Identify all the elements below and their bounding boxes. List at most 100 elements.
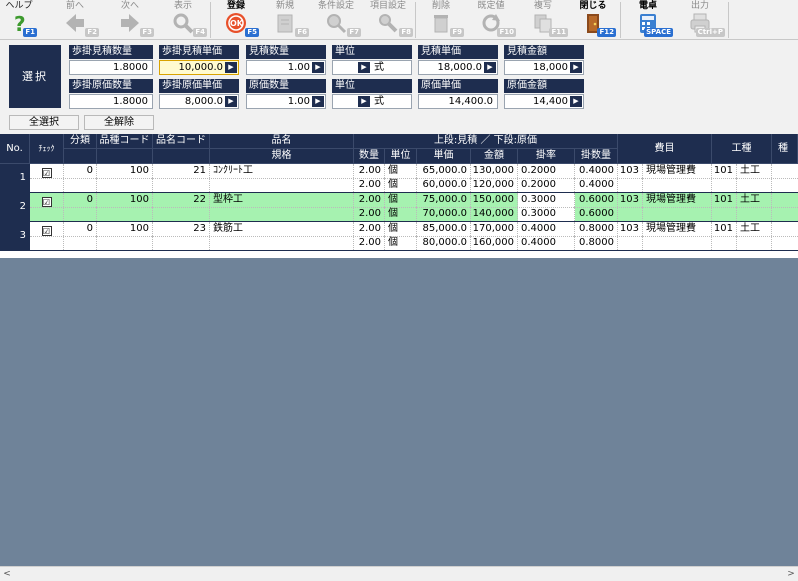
item-code-cell: 100 xyxy=(97,164,153,178)
cost-unit-price-cell: 60,000.0 xyxy=(417,178,471,192)
horizontal-scrollbar[interactable]: < > xyxy=(0,566,798,581)
empty-cell xyxy=(712,178,737,192)
lookup-icon[interactable]: ▶ xyxy=(312,96,324,107)
scroll-right-icon[interactable]: > xyxy=(784,567,798,581)
unit2-code[interactable]: ▶ xyxy=(333,95,371,108)
empty-cell xyxy=(643,236,712,250)
cost-unit-price-field[interactable]: 14,400.0 xyxy=(418,94,498,109)
copy-button[interactable]: 複写 F11 xyxy=(517,0,569,40)
toolbar-divider xyxy=(415,2,416,38)
est-unit-cell: 個 xyxy=(385,222,417,236)
default-key: F10 xyxy=(497,28,516,37)
empty-cell xyxy=(618,207,643,221)
lookup-icon[interactable]: ▶ xyxy=(570,96,582,107)
cost-unit-price-cell: 80,000.0 xyxy=(417,236,471,250)
delete-button[interactable]: 削除 F9 xyxy=(417,0,465,40)
cost-rate-cell: 0.4000 xyxy=(518,236,575,250)
expense-code-cell: 103 xyxy=(618,164,643,178)
rate-price-field[interactable]: 10,000.0 ▶ xyxy=(159,60,239,75)
empty-cell xyxy=(153,236,210,250)
output-button[interactable]: 出力 Ctrl+P xyxy=(674,0,726,40)
cost-qty-cell: 2.00 xyxy=(354,236,385,250)
lookup-icon[interactable]: ▶ xyxy=(312,62,324,73)
checkbox-icon[interactable]: ☑ xyxy=(41,197,52,207)
select-all-button[interactable]: 全選択 xyxy=(9,115,79,130)
col-upper-lower: 上段:見積 ／ 下段:原価 xyxy=(354,134,618,149)
select-label: 選択 xyxy=(9,45,61,108)
unit1-code[interactable]: ▶ xyxy=(333,61,371,74)
default-label: 既定値 xyxy=(477,1,505,11)
lookup-icon[interactable]: ▶ xyxy=(225,62,237,73)
cost-amount-value: 14,400 xyxy=(533,96,568,107)
cost-rate-price-field[interactable]: 8,000.0 ▶ xyxy=(159,94,239,109)
est-amount-field[interactable]: 18,000 ▶ xyxy=(504,60,584,75)
cost-rate-price-header: 歩掛原価単価 xyxy=(159,79,239,93)
display-label: 表示 xyxy=(173,1,192,11)
est-rate-qty-cell: 0.4000 xyxy=(575,164,618,178)
table-row[interactable]: 2 ☑ 0 100 22 型枠工 2.00 個 75,000.0 150,000 0.3000 0.6… xyxy=(0,193,798,222)
name-cell: 型枠工 xyxy=(210,193,354,207)
cost-rate-price-value: 8,000.0 xyxy=(184,96,223,107)
lookup-icon[interactable]: ▶ xyxy=(570,62,582,73)
row-number: 1 xyxy=(0,164,30,192)
est-rate-qty-cell: 0.8000 xyxy=(575,222,618,236)
cost-unit-price-cell: 70,000.0 xyxy=(417,207,471,221)
col-check: ﾁｪｯｸ xyxy=(30,134,64,164)
register-button[interactable]: 登録 OK F5 xyxy=(212,0,260,40)
items-button[interactable]: 項目設定 F8 xyxy=(362,0,414,40)
est-qty-field[interactable]: 1.00 ▶ xyxy=(246,60,326,75)
col-item-code-sub xyxy=(97,149,153,164)
est-unit-cell: 個 xyxy=(385,164,417,178)
lookup-icon[interactable]: ▶ xyxy=(358,96,370,107)
empty-cell xyxy=(712,236,737,250)
category-cell: 0 xyxy=(64,222,97,236)
lookup-icon[interactable]: ▶ xyxy=(358,62,370,73)
cost-rate-qty-field[interactable]: 1.8000 xyxy=(69,94,153,109)
lookup-icon[interactable]: ▶ xyxy=(225,96,237,107)
cost-qty-field[interactable]: 1.00 ▶ xyxy=(246,94,326,109)
est-rate-cell: 0.2000 xyxy=(518,164,575,178)
display-button[interactable]: 表示 F4 xyxy=(158,0,208,40)
checkbox-icon[interactable]: ☑ xyxy=(41,226,52,236)
cost-amount-field[interactable]: 14,400 ▶ xyxy=(504,94,584,109)
prev-button[interactable]: 前へ F2 xyxy=(50,0,100,40)
new-button[interactable]: 新規 F6 xyxy=(260,0,310,40)
close-button[interactable]: 閉じる F12 xyxy=(569,0,617,40)
cost-rate-qty-header: 歩掛原価数量 xyxy=(69,79,153,93)
col-name-code-sub xyxy=(153,149,210,164)
item-code-cell: 100 xyxy=(97,222,153,236)
empty-cell xyxy=(153,178,210,192)
est-qty-header: 見積数量 xyxy=(246,45,326,59)
col-category-sub xyxy=(64,149,97,164)
col-name-code: 品名コード xyxy=(153,134,210,149)
register-label: 登録 xyxy=(226,1,245,11)
unit1-field[interactable]: ▶ 式 xyxy=(332,60,412,75)
cost-qty-cell: 2.00 xyxy=(354,207,385,221)
col-extra: 種 xyxy=(772,134,798,164)
row-divider xyxy=(30,207,798,208)
next-button[interactable]: 次へ F3 xyxy=(105,0,155,40)
calculator-button[interactable]: 電卓 SPACE xyxy=(622,0,674,40)
table-row[interactable]: 1 ☑ 0 100 21 ｺﾝｸﾘｰﾄ工 2.00 個 65,000.0 130,000 0.200… xyxy=(0,164,798,193)
toolbar: ヘルプ ? F1 前へ F2 次へ F3 表示 F4 登録 OK F5 新規 F… xyxy=(0,0,798,40)
condition-button[interactable]: 条件設定 F7 xyxy=(310,0,362,40)
cost-unit-cell: 個 xyxy=(385,207,417,221)
default-button[interactable]: 既定値 F10 xyxy=(465,0,517,40)
lookup-icon[interactable]: ▶ xyxy=(484,62,496,73)
cost-rate-cell: 0.2000 xyxy=(518,178,575,192)
empty-cell xyxy=(97,236,153,250)
unit2-field[interactable]: ▶ 式 xyxy=(332,94,412,109)
col-unit-price: 単価 xyxy=(417,149,471,164)
checkbox-icon[interactable]: ☑ xyxy=(41,168,52,178)
help-button[interactable]: ヘルプ ? F1 xyxy=(0,0,38,40)
row-divider xyxy=(30,236,798,237)
deselect-all-button[interactable]: 全解除 xyxy=(84,115,154,130)
col-no: No. xyxy=(0,134,30,164)
rate-qty-field[interactable]: 1.8000 xyxy=(69,60,153,75)
table-row[interactable]: 3 ☑ 0 100 23 鉄筋工 2.00 個 85,000.0 170,000 0.4000 0.8… xyxy=(0,222,798,251)
calculator-key: SPACE xyxy=(644,28,673,37)
est-amount-header: 見積金額 xyxy=(504,45,584,59)
scroll-left-icon[interactable]: < xyxy=(0,567,14,581)
est-unit-price-field[interactable]: 18,000.0 ▶ xyxy=(418,60,498,75)
cost-qty-value: 1.00 xyxy=(287,96,310,107)
